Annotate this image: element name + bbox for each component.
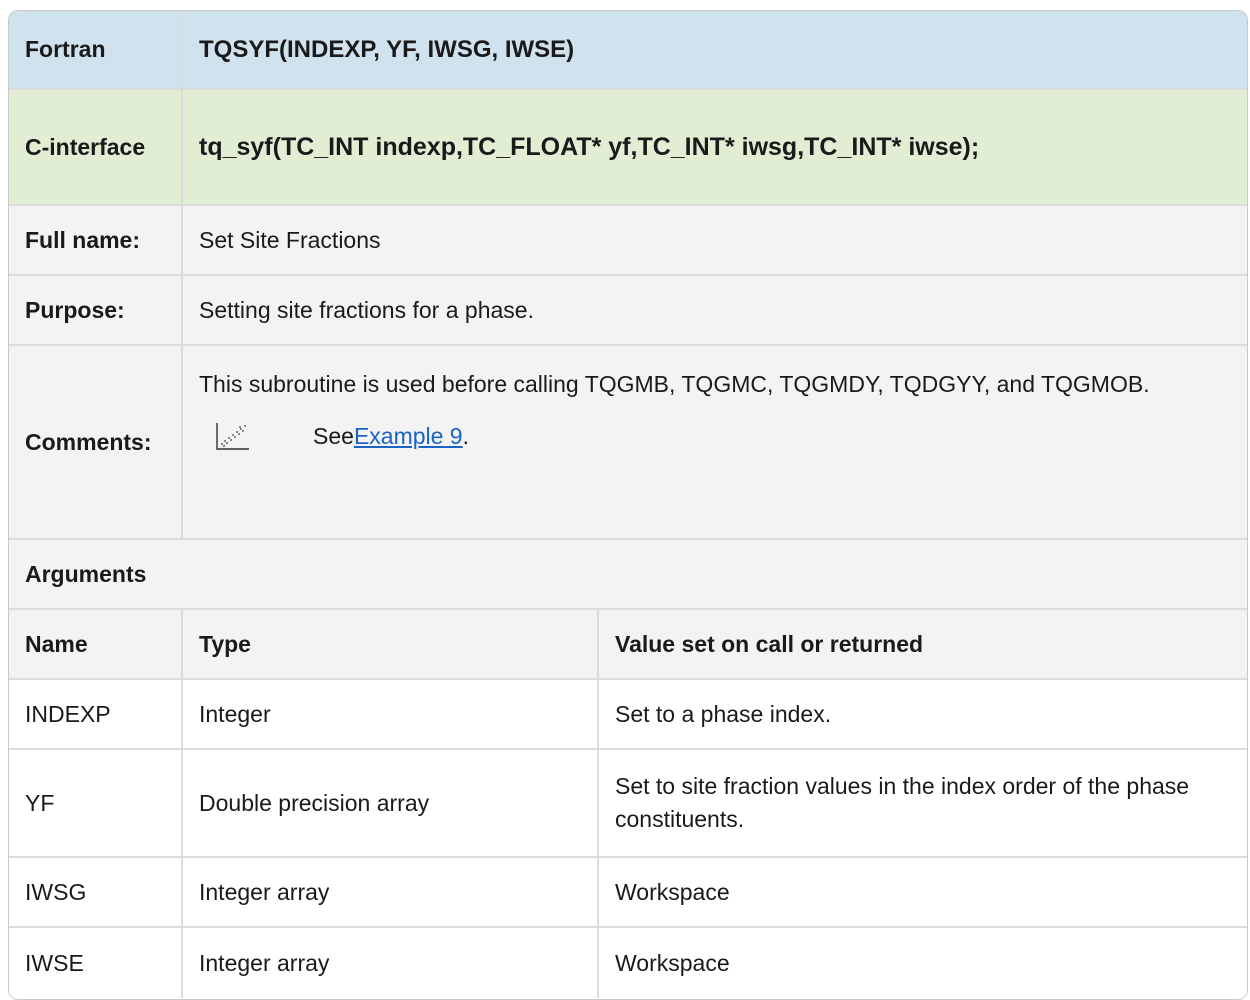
- column-header-name: Name: [9, 610, 183, 678]
- full-name-row: Full name: Set Site Fractions: [9, 206, 1247, 276]
- see-prefix: See: [313, 422, 354, 449]
- arguments-heading: Arguments: [25, 560, 147, 587]
- table-row: IWSE Integer array Workspace: [9, 928, 1247, 998]
- fortran-label: Fortran: [9, 11, 183, 88]
- example-9-link[interactable]: Example 9: [354, 420, 463, 453]
- arg-value: Set to a phase index.: [615, 700, 832, 727]
- column-header-value: Value set on call or returned: [615, 630, 924, 657]
- full-name-value: Set Site Fractions: [199, 226, 381, 253]
- arg-type: Integer array: [183, 858, 599, 926]
- scatter-plot-icon: [213, 419, 253, 453]
- c-interface-row: C-interface tq_syf(TC_INT indexp,TC_FLOA…: [9, 90, 1247, 206]
- c-interface-signature: tq_syf(TC_INT indexp,TC_FLOAT* yf,TC_INT…: [199, 132, 980, 161]
- purpose-value: Setting site fractions for a phase.: [199, 296, 534, 323]
- arg-type: Integer array: [183, 928, 599, 998]
- table-row: IWSG Integer array Workspace: [9, 858, 1247, 928]
- arg-name: IWSG: [9, 858, 183, 926]
- column-header-type: Type: [183, 610, 599, 678]
- arg-value: Set to site fraction values in the index…: [615, 773, 1190, 832]
- full-name-label: Full name:: [9, 206, 183, 274]
- comments-label: Comments:: [9, 346, 183, 538]
- arguments-heading-row: Arguments: [9, 540, 1247, 610]
- purpose-label: Purpose:: [9, 276, 183, 344]
- arg-name: YF: [9, 750, 183, 856]
- arguments-header-row: Name Type Value set on call or returned: [9, 610, 1247, 680]
- comments-value: This subroutine is used before calling T…: [183, 346, 1247, 538]
- fortran-signature: TQSYF(INDEXP, YF, IWSG, IWSE): [199, 35, 575, 63]
- fortran-row: Fortran TQSYF(INDEXP, YF, IWSG, IWSE): [9, 11, 1247, 90]
- c-interface-label: C-interface: [9, 90, 183, 204]
- comments-row: Comments: This subroutine is used before…: [9, 346, 1247, 540]
- purpose-row: Purpose: Setting site fractions for a ph…: [9, 276, 1247, 346]
- arg-type: Integer: [183, 680, 599, 748]
- function-reference-table: Fortran TQSYF(INDEXP, YF, IWSG, IWSE) C-…: [8, 10, 1248, 1000]
- arg-value: Workspace: [615, 949, 730, 976]
- arg-name: IWSE: [9, 928, 183, 998]
- table-row: INDEXP Integer Set to a phase index.: [9, 680, 1247, 750]
- see-example-line: See Example 9 .: [199, 419, 1247, 453]
- see-suffix: .: [462, 422, 469, 449]
- arg-value: Workspace: [615, 878, 730, 905]
- arg-name: INDEXP: [9, 680, 183, 748]
- table-row: YF Double precision array Set to site fr…: [9, 750, 1247, 858]
- comments-text: This subroutine is used before calling T…: [199, 371, 1150, 397]
- arg-type: Double precision array: [183, 750, 599, 856]
